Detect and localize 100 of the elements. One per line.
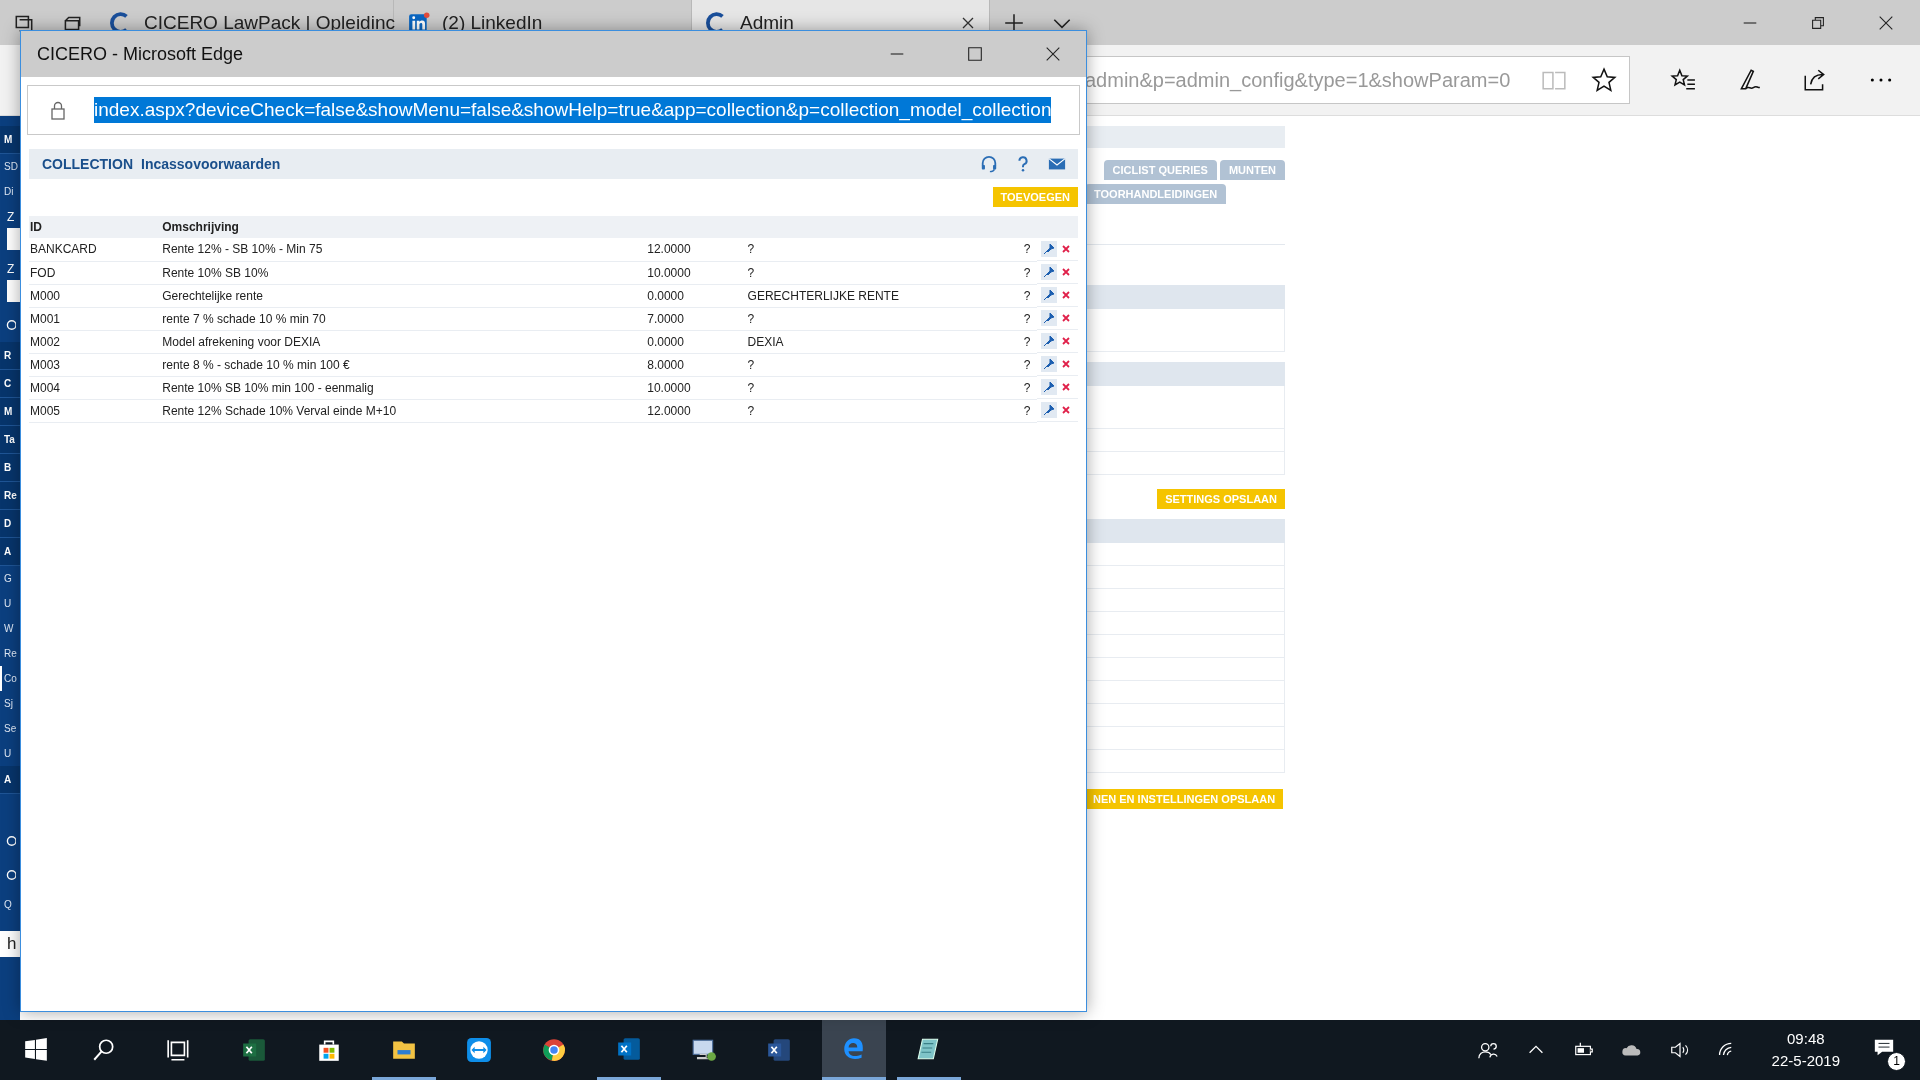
date-text: 22-5-2019	[1771, 1051, 1840, 1071]
speaker-icon[interactable]	[1668, 1039, 1691, 1061]
field-label: Z	[7, 210, 16, 224]
sidebar-item[interactable]: SD	[0, 154, 20, 179]
table-cell: 10.0000	[646, 261, 747, 284]
pin-icon[interactable]	[1041, 333, 1058, 349]
table-cell: BANKCARD	[29, 238, 162, 261]
star-icon[interactable]	[1591, 67, 1617, 93]
close-icon[interactable]	[961, 15, 975, 30]
table-cell: ?	[746, 307, 1017, 330]
delete-icon[interactable]	[1060, 312, 1073, 324]
delete-icon[interactable]	[1060, 404, 1073, 416]
sidebar-item[interactable]: Di	[0, 179, 20, 204]
notification-count: 1	[1887, 1052, 1906, 1071]
table-cell: M004	[29, 376, 162, 399]
maximize-icon[interactable]	[966, 45, 984, 63]
table-cell: GERECHTERLIJKE RENTE	[746, 284, 1017, 307]
sidebar-heading[interactable]: M	[0, 398, 20, 426]
table-cell: Rente 12% Schade 10% Verval einde M+10	[161, 399, 647, 422]
time-text: 09:48	[1787, 1029, 1825, 1049]
help-link[interactable]: ?	[1016, 307, 1038, 330]
windows-start-icon[interactable]	[23, 1037, 49, 1063]
clock[interactable]: 09:48 22-5-2019	[1771, 1028, 1840, 1072]
table-cell: Gerechtelijke rente	[161, 284, 647, 307]
table-cell: ?	[746, 261, 1017, 284]
table-cell: 12.0000	[646, 238, 747, 261]
share-icon[interactable]	[1802, 67, 1828, 93]
sidebar-heading[interactable]: C	[0, 370, 20, 398]
table-cell: M001	[29, 307, 162, 330]
table-cell: Rente 10% SB 10%	[161, 261, 647, 284]
sidebar-item[interactable]: Re	[0, 641, 20, 666]
table-cell: Model afrekening voor DEXIA	[161, 330, 647, 353]
headset-icon[interactable]	[980, 155, 998, 173]
lock-icon	[50, 100, 66, 120]
sidebar-item[interactable]: W	[0, 616, 20, 641]
app-tile-icon	[241, 1037, 267, 1063]
table-cell: DEXIA	[746, 330, 1017, 353]
pin-icon[interactable]	[1041, 402, 1058, 418]
column-header: ID	[29, 216, 162, 238]
help-link[interactable]: ?	[1016, 399, 1038, 422]
sidebar-heading[interactable]: M	[0, 126, 20, 154]
sidebar-heading[interactable]: Re	[0, 482, 20, 510]
sidebar-heading[interactable]: A	[0, 538, 20, 566]
input-field[interactable]	[7, 280, 20, 302]
pin-icon[interactable]	[1041, 356, 1058, 372]
table-cell: M005	[29, 399, 162, 422]
delete-icon[interactable]	[1060, 266, 1073, 278]
table-cell: M000	[29, 284, 162, 307]
sidebar-item[interactable]: Q	[0, 892, 20, 917]
pin-icon[interactable]	[1041, 241, 1058, 257]
field-label: Z	[7, 262, 16, 276]
sidebar-heading[interactable]: R	[0, 342, 20, 370]
table-cell: 12.0000	[646, 399, 747, 422]
table-cell: 7.0000	[646, 307, 747, 330]
close-icon[interactable]	[1044, 45, 1062, 63]
sidebar-item[interactable]: Sj	[0, 691, 20, 716]
delete-icon[interactable]	[1060, 243, 1073, 255]
app-tile-icon	[616, 1035, 642, 1062]
address-field[interactable]: index.aspx?deviceCheck=false&showMenu=false&showHelp=true&app=collection&p=collection_model_collection	[27, 85, 1080, 135]
delete-icon[interactable]	[1060, 335, 1073, 347]
column-header: Omschrijving	[161, 216, 647, 238]
table-cell: Rente 10% SB 10% min 100 - eenmalig	[161, 376, 647, 399]
table-cell: rente 7 % schade 10 % min 70	[161, 307, 647, 330]
table-cell: FOD	[29, 261, 162, 284]
table-cell: ?	[746, 376, 1017, 399]
help-link[interactable]: ?	[1016, 376, 1038, 399]
input-field[interactable]	[7, 228, 20, 250]
table-cell: ?	[746, 353, 1017, 376]
help-link[interactable]: ?	[1016, 238, 1038, 261]
delete-icon[interactable]	[1060, 381, 1073, 393]
chrome-icon	[541, 1037, 567, 1063]
app-name: COLLECTION	[42, 156, 133, 172]
pin-icon[interactable]	[1041, 287, 1058, 303]
table-cell: M003	[29, 353, 162, 376]
table-cell: ?	[746, 238, 1017, 261]
sidebar-item[interactable]: G	[0, 566, 20, 591]
delete-icon[interactable]	[1060, 289, 1073, 301]
sidebar-item[interactable]: U	[0, 741, 20, 766]
sidebar-heading[interactable]: Ta	[0, 426, 20, 454]
table-cell: Rente 12% - SB 10% - Min 75	[161, 238, 647, 261]
delete-icon[interactable]	[1060, 358, 1073, 370]
table-cell: 0.0000	[646, 330, 747, 353]
sidebar-item[interactable]: Se	[0, 716, 20, 741]
table-cell: rente 8 % - schade 10 % min 100 €	[161, 353, 647, 376]
help-link[interactable]: ?	[1016, 261, 1038, 284]
search-field[interactable]: h	[0, 931, 20, 957]
sidebar-heading[interactable]: B	[0, 454, 20, 482]
window-title: CICERO - Microsoft Edge	[37, 43, 244, 65]
sidebar-heading[interactable]: D	[0, 510, 20, 538]
help-link[interactable]: ?	[1016, 353, 1038, 376]
sidebar-heading[interactable]: A	[0, 766, 20, 794]
page-title: Incassovoorwaarden	[141, 156, 281, 172]
pin-icon[interactable]	[1041, 264, 1058, 280]
help-link[interactable]: ?	[1016, 284, 1038, 307]
sidebar-item[interactable]: U	[0, 591, 20, 616]
pin-icon[interactable]	[1041, 310, 1058, 326]
pin-icon[interactable]	[1041, 379, 1058, 395]
help-link[interactable]: ?	[1016, 330, 1038, 353]
monitor-icon	[691, 1037, 717, 1063]
table-cell: 8.0000	[646, 353, 747, 376]
